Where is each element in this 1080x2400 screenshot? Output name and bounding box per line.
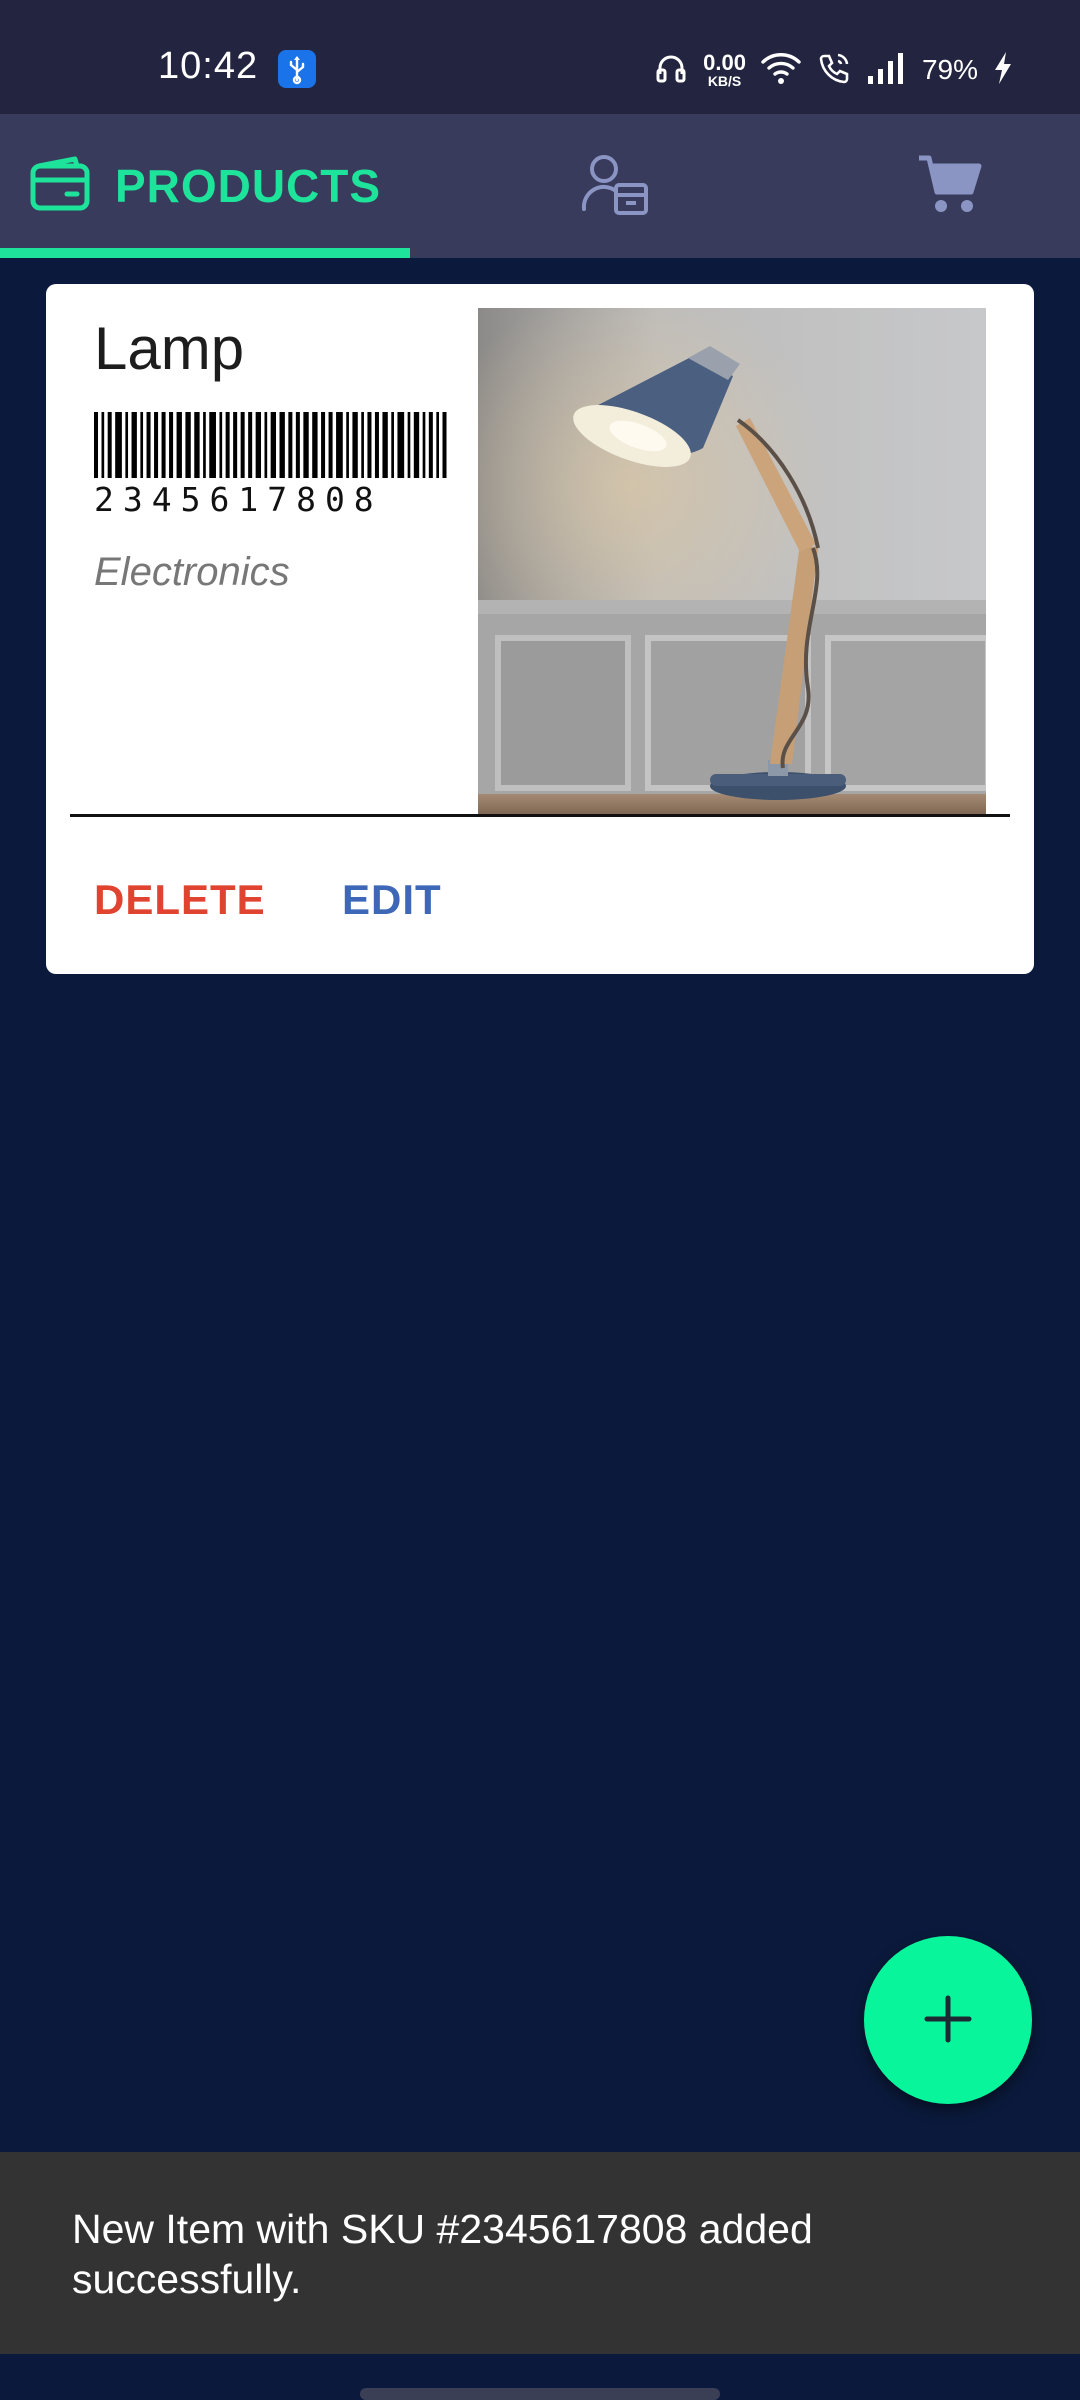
barcode-bar [140,412,144,478]
barcode-bar [374,412,379,478]
barcode-bar [219,412,223,478]
barcode-bar [407,412,411,478]
barcode-bar [295,412,300,478]
barcode-bar [382,412,388,478]
product-category: Electronics [94,550,290,594]
battery-charging-icon [992,50,1014,91]
plus-icon [923,1994,973,2047]
battery-percent: 79% [921,54,978,85]
barcode-bar [107,412,112,478]
tab-selected-indicator [0,248,410,258]
barcode-bar [176,412,182,478]
barcode-bar [413,412,420,478]
barcode-bar [161,412,166,478]
barcode-digits: 2345617808 [94,480,383,519]
tab-cart[interactable] [820,114,1080,258]
barcode-image [94,412,447,478]
barcode-bar [303,412,309,478]
barcode-bar [352,412,358,478]
barcode-bar [397,412,405,478]
net-speed-value: 0.00 [703,50,746,75]
barcode-bar [255,412,262,478]
product-image [478,308,986,816]
barcode-bar [154,412,159,478]
headphones-icon [653,50,689,91]
barcode-bar [288,412,293,478]
status-time: 10:42 [158,45,259,87]
barcode-bar [321,412,326,478]
barcode-bar [185,412,191,478]
barcode-bar [101,412,105,478]
tab-suppliers[interactable] [410,114,820,258]
wifi-icon [760,50,802,91]
wifi-calling-icon [816,50,852,91]
wallet-icon [29,156,91,217]
barcode-bar [391,412,394,478]
barcode-bar [225,412,230,478]
barcode-bar [125,412,129,478]
tab-products[interactable]: PRODUCTS [0,114,410,258]
barcode-bar [367,412,372,478]
cart-icon [917,152,983,221]
barcode-bar [422,412,426,478]
edit-button[interactable]: EDIT [342,876,442,924]
barcode-bar [203,412,206,478]
barcode-bar [248,412,253,478]
barcode-bar [146,412,151,478]
card-divider [70,814,1010,817]
product-card[interactable]: Lamp 2345617808 Electronics DELETE EDIT [46,284,1034,974]
net-speed: 0.00 KB/S [703,50,746,89]
barcode-bar [279,412,285,478]
barcode-bar [336,412,343,478]
barcode-bar [233,412,238,478]
barcode-bar [115,412,122,478]
delete-button[interactable]: DELETE [94,876,266,924]
product-name: Lamp [94,315,245,382]
barcode-bar [169,412,174,478]
usb-icon [278,50,316,88]
signal-icon [866,50,908,91]
snackbar: New Item with SKU #2345617808 added succ… [0,2152,1080,2354]
barcode-bar [194,412,200,478]
add-product-button[interactable] [864,1936,1032,2104]
barcode-bar [131,412,137,478]
status-bar: 10:42 0.00 KB/S 79% [0,0,1080,114]
barcode-bar [264,412,268,478]
net-speed-unit: KB/S [707,73,742,89]
tab-products-label: PRODUCTS [114,160,382,212]
barcode-bar [328,412,333,478]
barcode-bar [436,412,440,478]
barcode-bar [94,412,99,478]
barcode-bar [209,412,216,478]
barcode-bar [270,412,277,478]
barcode-bar [428,412,433,478]
status-indicators: 0.00 KB/S 79% [653,40,1014,100]
barcode-bar [361,412,364,478]
barcode-bar [240,412,245,478]
barcode-bar [312,412,318,478]
supplier-icon [580,151,650,222]
tab-bar: PRODUCTS [0,114,1080,258]
barcode-bar [346,412,349,478]
barcode-bar [442,412,447,478]
home-indicator[interactable] [360,2388,720,2400]
snackbar-message: New Item with SKU #2345617808 added succ… [72,2206,813,2302]
